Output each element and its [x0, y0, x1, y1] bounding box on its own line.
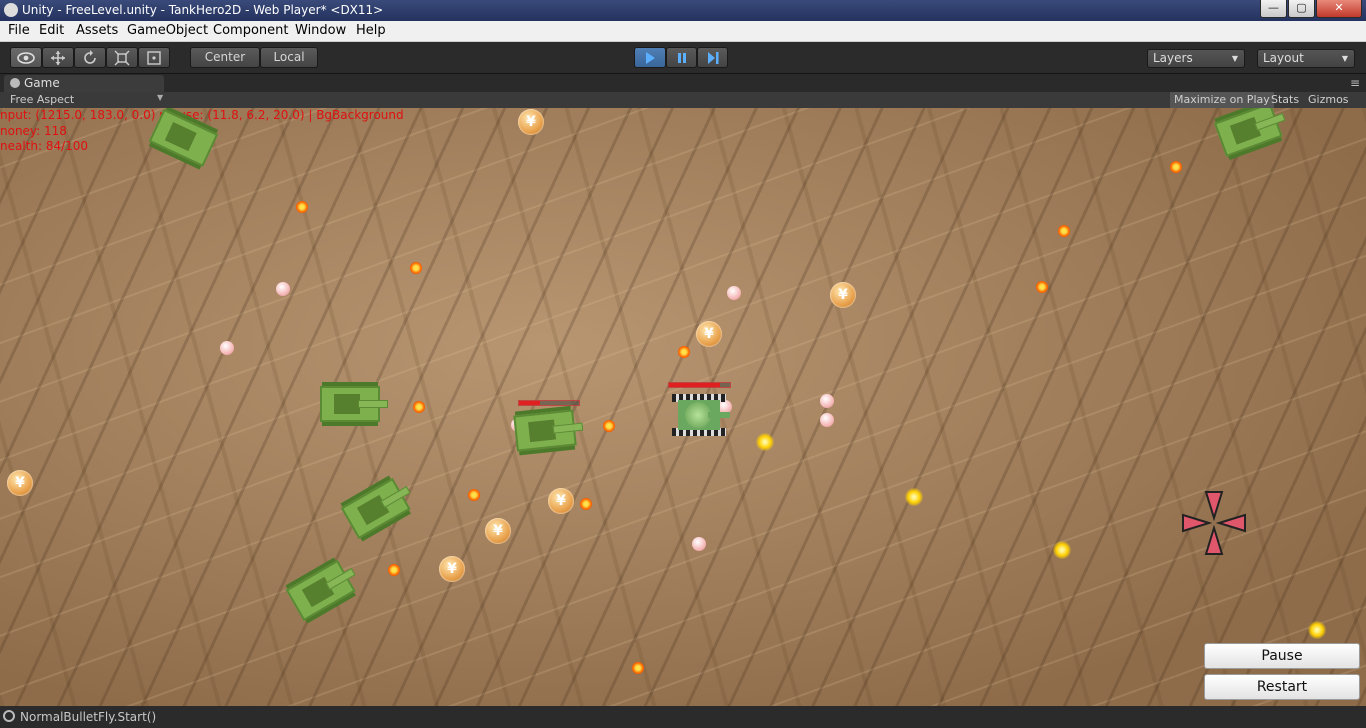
bullet [727, 286, 741, 300]
rect-tool-button[interactable] [138, 47, 170, 68]
tab-strip: Game ≡ [0, 74, 1366, 92]
pivot-toggle[interactable]: Center [190, 47, 260, 68]
chevron-down-icon: ▼ [1231, 54, 1238, 63]
tab-game[interactable]: Game [4, 75, 164, 92]
gizmos-dropdown[interactable]: Gizmos [1304, 92, 1353, 108]
window-title: Unity - FreeLevel.unity - TankHero2D - W… [22, 3, 384, 17]
menu-bar: File Edit Assets GameObject Component Wi… [0, 21, 1366, 42]
unity-editor-window: Unity - FreeLevel.unity - TankHero2D - W… [0, 0, 1366, 728]
layers-dropdown[interactable]: Layers ▼ [1147, 49, 1245, 68]
player-health-bar [668, 382, 731, 388]
fire-orb [678, 346, 690, 358]
fire-orb [1170, 161, 1182, 173]
play-icon [646, 52, 655, 64]
menu-assets[interactable]: Assets [76, 23, 118, 38]
maximize-button[interactable]: ▢ [1288, 0, 1315, 18]
status-message[interactable]: NormalBulletFly.Start() [20, 710, 156, 724]
fire-orb [603, 420, 615, 432]
enemy-tank [320, 382, 390, 426]
enemy-tank [339, 469, 422, 542]
debug-money-text: noney: 118 [0, 124, 67, 138]
fire-orb [632, 662, 644, 674]
bullet [820, 413, 834, 427]
rotate-icon [84, 50, 96, 64]
game-view[interactable]: nput: (1215.0, 183.0, 0.0) mouse: (11.8,… [0, 108, 1366, 706]
coin: ¥ [485, 518, 511, 544]
scale-tool-button[interactable] [106, 47, 138, 68]
pivot-label: Center [204, 50, 246, 64]
fire-orb [296, 201, 308, 213]
debug-input-text: nput: (1215.0, 183.0, 0.0) mouse: (11.8,… [0, 108, 404, 122]
explosion-glow [756, 433, 774, 451]
coin: ¥ [439, 556, 465, 582]
status-bar: NormalBulletFly.Start() [0, 706, 1366, 728]
game-view-icon [10, 78, 20, 88]
unity-logo-icon [4, 3, 18, 17]
tab-game-label: Game [24, 76, 60, 90]
space-toggle[interactable]: Local [260, 47, 318, 68]
coin: ¥ [7, 470, 33, 496]
step-icon [707, 52, 718, 64]
title-bar: Unity - FreeLevel.unity - TankHero2D - W… [0, 0, 1366, 21]
enemy-tank [1213, 108, 1294, 161]
layers-label: Layers [1153, 51, 1193, 65]
space-label: Local [273, 50, 305, 64]
explosion-glow [1308, 621, 1326, 639]
bullet [820, 394, 834, 408]
move-icon [51, 51, 65, 65]
enemy-tank [284, 551, 367, 624]
fire-orb [1058, 225, 1070, 237]
bullet [220, 341, 234, 355]
console-info-icon [3, 710, 15, 722]
fire-orb [410, 262, 422, 274]
coin: ¥ [518, 109, 544, 135]
crosshair-icon [1182, 491, 1246, 555]
stats-toggle[interactable]: Stats [1267, 92, 1303, 108]
fire-orb [1036, 281, 1048, 293]
scale-icon [114, 50, 130, 66]
maximize-on-play-toggle[interactable]: Maximize on Play [1170, 92, 1274, 108]
rotate-tool-button[interactable] [74, 47, 106, 68]
pause-icon [677, 53, 686, 63]
menu-edit[interactable]: Edit [39, 23, 64, 38]
view-tool-button[interactable] [10, 47, 42, 68]
enemy-tank [513, 404, 587, 456]
eye-icon [17, 52, 35, 64]
coin: ¥ [548, 488, 574, 514]
menu-help[interactable]: Help [356, 23, 386, 38]
play-button[interactable] [634, 47, 666, 68]
menu-component[interactable]: Component [213, 23, 288, 38]
pause-button[interactable] [666, 47, 697, 68]
step-button[interactable] [697, 47, 728, 68]
close-button[interactable]: ✕ [1316, 0, 1362, 18]
layout-dropdown[interactable]: Layout ▼ [1257, 49, 1355, 68]
toolbar: Center Local Layers ▼ Layout ▼ [0, 42, 1366, 74]
explosion-glow [905, 488, 923, 506]
menu-file[interactable]: File [8, 23, 30, 38]
aspect-dropdown[interactable]: Free Aspect [10, 93, 74, 106]
explosion-glow [1053, 541, 1071, 559]
coin: ¥ [696, 321, 722, 347]
layout-label: Layout [1263, 51, 1304, 65]
game-view-toolbar: Free Aspect ▼ Maximize on Play Stats Giz… [0, 92, 1366, 108]
fire-orb [580, 498, 592, 510]
fire-orb [413, 401, 425, 413]
pause-game-button[interactable]: Pause [1204, 643, 1360, 669]
menu-gameobject[interactable]: GameObject [127, 23, 208, 38]
chevron-down-icon: ▼ [157, 93, 164, 102]
minimize-button[interactable]: — [1260, 0, 1287, 18]
player-tank [672, 394, 730, 436]
move-tool-button[interactable] [42, 47, 74, 68]
bullet [276, 282, 290, 296]
fire-orb [388, 564, 400, 576]
chevron-down-icon: ▼ [1341, 54, 1348, 63]
coin: ¥ [830, 282, 856, 308]
rect-icon [147, 51, 161, 65]
bullet [692, 537, 706, 551]
tab-menu-icon[interactable]: ≡ [1350, 76, 1360, 90]
menu-window[interactable]: Window [295, 23, 346, 38]
restart-button[interactable]: Restart [1204, 674, 1360, 700]
debug-health-text: nealth: 84/100 [0, 139, 89, 153]
fire-orb [468, 489, 480, 501]
